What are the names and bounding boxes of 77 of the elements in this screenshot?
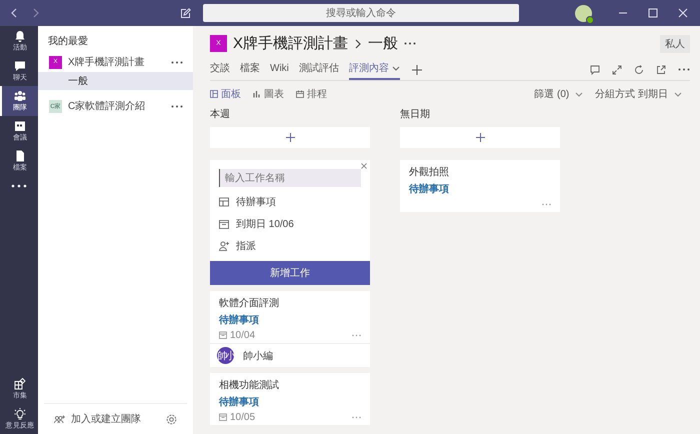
privacy-badge: 私人 <box>660 34 690 52</box>
view-button[interactable]: 面板 <box>210 87 241 101</box>
grid-icon <box>14 378 26 390</box>
maximize-icon[interactable] <box>648 8 658 18</box>
tab[interactable]: 測試評估 <box>298 59 339 80</box>
calendar-icon <box>296 90 304 98</box>
calendar-icon <box>219 331 227 339</box>
conversation-icon[interactable] <box>590 64 600 74</box>
compose-icon[interactable] <box>180 8 191 18</box>
tab[interactable]: 檔案 <box>240 59 260 80</box>
join-team-link[interactable]: 加入或建立團隊 <box>71 412 160 426</box>
team-title: X牌手機評測計畫 <box>233 34 348 53</box>
add-person-icon <box>219 241 229 251</box>
task-option[interactable]: 到期日 10/06 <box>210 213 370 235</box>
assignee-avatar: 帥小 <box>217 347 234 364</box>
forward-icon[interactable] <box>32 8 40 18</box>
status-dot-icon <box>586 16 594 24</box>
add-task-submit-button[interactable]: 新增工作 <box>210 261 370 285</box>
task-option[interactable]: 指派 <box>210 235 370 257</box>
calendar-icon <box>219 413 227 421</box>
open-external-icon[interactable] <box>656 64 666 74</box>
due-date: 10/05 <box>230 412 256 422</box>
board-icon <box>210 90 218 98</box>
chevron-down-icon <box>674 92 682 96</box>
bucket-title: 本週 <box>210 108 231 121</box>
search-field[interactable]: 搜尋或輸入命令 <box>203 4 519 22</box>
tab[interactable]: 評測內容 <box>348 59 400 80</box>
task-status: 待辦事項 <box>219 395 260 409</box>
close-icon[interactable] <box>361 163 367 169</box>
task-name-field[interactable]: 輸入工作名稱 <box>219 169 361 187</box>
add-tab-icon[interactable] <box>412 64 422 74</box>
tab[interactable]: Wiki <box>270 60 289 78</box>
task-card[interactable]: 外觀拍照 待辦事項 <box>400 160 560 212</box>
expand-icon[interactable] <box>612 64 622 74</box>
task-title: 軟體介面評測 <box>219 296 280 310</box>
bar-chart-icon <box>253 90 261 98</box>
chevron-down-icon <box>392 66 400 70</box>
task-option[interactable]: 待辦事項 <box>210 191 370 213</box>
document-icon <box>14 150 26 162</box>
more-icon[interactable] <box>678 68 690 71</box>
task-status: 待辦事項 <box>409 182 450 196</box>
refresh-icon[interactable] <box>634 64 644 74</box>
channel-title: 一般 <box>368 34 398 53</box>
assignee-name: 帥小編 <box>243 350 273 362</box>
more-icon[interactable] <box>171 60 183 64</box>
chat-bubble-icon <box>14 60 26 72</box>
settings-icon[interactable] <box>166 414 177 424</box>
view-button[interactable]: 排程 <box>296 87 327 101</box>
task-title: 相機功能測試 <box>219 378 280 392</box>
chevron-right-icon <box>354 38 362 50</box>
chevron-down-icon <box>575 92 584 96</box>
plus-icon <box>286 133 294 142</box>
channel-item[interactable]: 一般 <box>38 72 193 90</box>
tab[interactable]: 交談 <box>210 59 230 80</box>
people-icon <box>14 90 26 102</box>
bell-icon <box>14 30 26 42</box>
add-team-icon[interactable] <box>54 414 65 424</box>
task-card[interactable]: 軟體介面評測 待辦事項 10/04 帥小 帥小編 <box>210 291 370 367</box>
more-icon[interactable] <box>11 184 27 188</box>
bucket-title: 無日期 <box>400 108 431 121</box>
filter-dropdown[interactable]: 篩選 (0) <box>534 87 584 101</box>
task-card[interactable]: 相機功能測試 待辦事項 10/05 <box>210 373 370 425</box>
calendar-icon <box>219 219 229 229</box>
layout-icon <box>219 197 229 207</box>
task-status: 待辦事項 <box>219 313 260 327</box>
back-icon[interactable] <box>10 8 18 18</box>
more-icon[interactable] <box>171 104 183 108</box>
task-title: 外觀拍照 <box>409 166 450 179</box>
section-heading: 我的最愛 <box>47 34 89 48</box>
avatar[interactable] <box>575 4 592 22</box>
view-button[interactable]: 圖表 <box>253 87 284 101</box>
due-date: 10/04 <box>230 330 256 340</box>
lightbulb-icon <box>14 408 26 420</box>
more-icon[interactable] <box>404 42 416 45</box>
group-by-dropdown[interactable]: 分組方式 到期日 <box>595 87 682 101</box>
calendar-icon <box>14 120 26 132</box>
plus-icon <box>476 133 484 142</box>
